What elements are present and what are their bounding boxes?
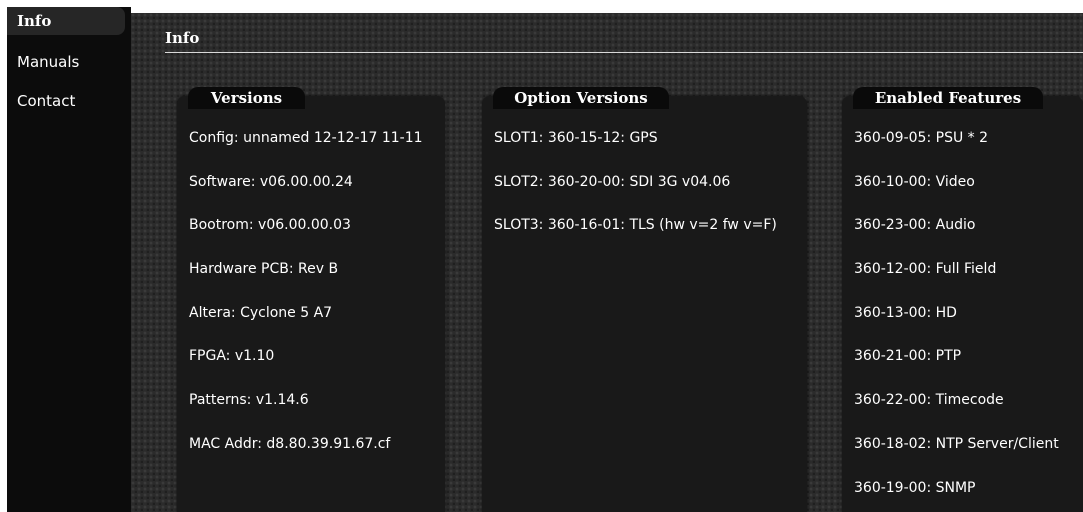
page-title: Info xyxy=(165,29,200,47)
versions-panel: Config: unnamed 12-12-17 11-11 Software:… xyxy=(177,96,445,512)
option-versions-panel: SLOT1: 360-15-12: GPS SLOT2: 360-20-00: … xyxy=(482,96,807,512)
option-row-slot3: SLOT3: 360-16-01: TLS (hw v=2 fw v=F) xyxy=(494,217,777,233)
version-row-mac: MAC Addr: d8.80.39.91.67.cf xyxy=(189,436,391,452)
version-row-software: Software: v06.00.00.24 xyxy=(189,174,353,190)
versions-panel-title: Versions xyxy=(188,87,305,109)
version-row-bootrom: Bootrom: v06.00.00.03 xyxy=(189,217,351,233)
feature-row-ptp: 360-21-00: PTP xyxy=(854,348,962,364)
feature-row-snmp: 360-19-00: SNMP xyxy=(854,480,976,496)
title-divider xyxy=(165,52,1083,53)
enabled-features-panel-title: Enabled Features xyxy=(853,87,1043,109)
feature-row-timecode: 360-22-00: Timecode xyxy=(854,392,1004,408)
sidebar-item-info[interactable]: Info xyxy=(7,7,125,35)
version-row-fpga: FPGA: v1.10 xyxy=(189,348,275,364)
sidebar: Info Manuals Contact xyxy=(7,7,131,512)
feature-row-ntp: 360-18-02: NTP Server/Client xyxy=(854,436,1059,452)
sidebar-item-manuals[interactable]: Manuals xyxy=(7,48,125,76)
option-row-slot1: SLOT1: 360-15-12: GPS xyxy=(494,130,658,146)
feature-row-audio: 360-23-00: Audio xyxy=(854,217,976,233)
option-row-slot2: SLOT2: 360-20-00: SDI 3G v04.06 xyxy=(494,174,731,190)
sidebar-item-contact[interactable]: Contact xyxy=(7,87,125,115)
enabled-features-panel: 360-09-05: PSU * 2 360-10-00: Video 360-… xyxy=(842,96,1083,512)
feature-row-full-field: 360-12-00: Full Field xyxy=(854,261,997,277)
feature-row-hd: 360-13-00: HD xyxy=(854,305,957,321)
version-row-altera: Altera: Cyclone 5 A7 xyxy=(189,305,333,321)
version-row-patterns: Patterns: v1.14.6 xyxy=(189,392,309,408)
version-row-config: Config: unnamed 12-12-17 11-11 xyxy=(189,130,423,146)
feature-row-video: 360-10-00: Video xyxy=(854,174,975,190)
app-window: Info Manuals Contact Info Config: unname… xyxy=(0,0,1083,512)
option-versions-panel-title: Option Versions xyxy=(493,87,669,109)
feature-row-psu: 360-09-05: PSU * 2 xyxy=(854,130,989,146)
main-content: Info Config: unnamed 12-12-17 11-11 Soft… xyxy=(131,13,1083,512)
version-row-hardware: Hardware PCB: Rev B xyxy=(189,261,339,277)
